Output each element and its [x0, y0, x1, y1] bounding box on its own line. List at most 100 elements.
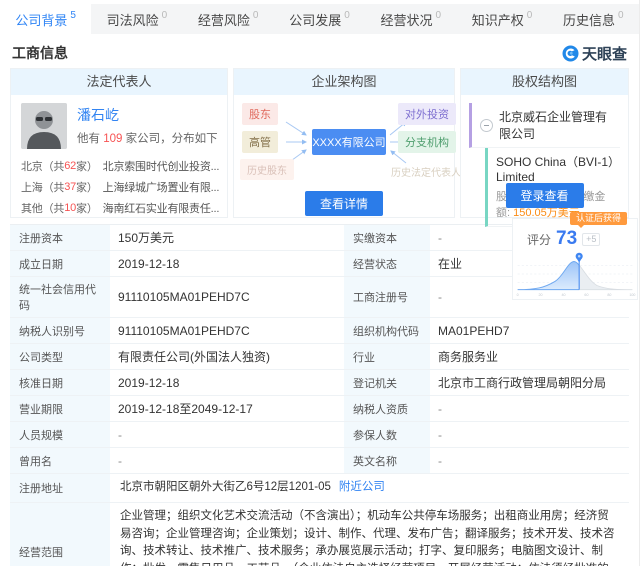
legal-rep-photo[interactable] — [21, 103, 67, 149]
view-details-button[interactable]: 查看详情 — [304, 191, 383, 216]
tab-count: 0 — [526, 9, 533, 21]
equity-child-name-link[interactable]: SOHO China（BVI-1）Limited — [496, 153, 616, 184]
table-row: 人员规模 - 参保人数 - — [10, 422, 629, 448]
svg-text:0: 0 — [517, 293, 519, 297]
node-history-shareholders[interactable]: 历史股东 — [240, 159, 294, 180]
legal-rep-name-link[interactable]: 潘石屹 — [77, 105, 218, 125]
list-item: 上海（共 37 家） 上海绿城广场置业有限...等 — [21, 176, 219, 197]
list-item: 其他（共 10 家） 海南红石实业有限责任...等 — [21, 197, 219, 218]
table-row: 曾用名 - 英文名称 - — [10, 448, 629, 474]
region-prefix: 上海（共 — [21, 181, 65, 194]
tab-company-development[interactable]: 公司发展 0 — [274, 4, 365, 34]
field-label: 曾用名 — [10, 448, 110, 473]
field-value: 2019-12-18至2049-12-17 — [118, 402, 253, 416]
equity-parent-name-link[interactable]: 北京威石企业管理有限公司 — [499, 108, 616, 142]
field-label: 经营状态 — [344, 251, 430, 276]
field-value: MA01PEHD7 — [438, 323, 510, 338]
field-label: 营业期限 — [10, 396, 110, 421]
node-executives[interactable]: 高管 — [242, 131, 278, 153]
collapse-minus-icon[interactable] — [480, 118, 493, 132]
nearby-companies-link[interactable]: 附近公司 — [339, 479, 385, 497]
tab-intellectual-property[interactable]: 知识产权 0 — [456, 4, 547, 34]
overview-cards: 法定代表人 潘石屹 他有 109 家公司，分布如下 北京（共 62 家） 北京索… — [10, 68, 629, 227]
field-value: - — [438, 427, 442, 442]
region-count: 62 — [64, 159, 77, 172]
legal-representative-card-title: 法定代表人 — [11, 69, 227, 95]
score-bonus-badge: +5 — [582, 232, 601, 246]
field-value: - — [118, 453, 122, 468]
region-company-link[interactable]: 北京索围时代创业投资...等 — [103, 158, 219, 174]
summary-suffix: 家公司，分布如下 — [125, 133, 218, 145]
score-panel: 认证后获得 评分 73 +5 0 20 40 60 80 100 — [512, 212, 638, 300]
node-branches[interactable]: 分支机构 — [398, 131, 456, 153]
region-company-link[interactable]: 海南红石实业有限责任...等 — [103, 200, 219, 216]
tab-label: 历史信息 — [563, 12, 616, 28]
summary-company-count: 109 — [103, 133, 123, 145]
brand-name: 天眼查 — [581, 45, 627, 63]
tab-label: 公司发展 — [289, 12, 342, 28]
node-history-legal-rep[interactable]: 历史法定代表人 — [384, 161, 468, 182]
summary-prefix: 他有 — [77, 133, 100, 145]
svg-text:20: 20 — [539, 293, 543, 297]
score-distribution-chart: 0 20 40 60 80 100 — [517, 252, 636, 297]
tab-count: 0 — [618, 9, 624, 21]
table-row-address: 注册地址 北京市朝阳区朝外大街乙6号12层1201-05 附近公司 — [10, 474, 629, 503]
field-label: 注册地址 — [10, 474, 110, 502]
table-row: 营业期限 2019-12-18至2049-12-17 纳税人资质 - — [10, 396, 629, 422]
field-value: 91110105MA01PEHD7C — [118, 323, 250, 338]
table-row-business-scope: 经营范围 企业管理；组织文化艺术交流活动（不含演出）；机动车公共停车场服务；出租… — [10, 502, 629, 566]
field-label: 登记机关 — [344, 370, 430, 395]
brand-logo: 天眼查 — [562, 43, 627, 64]
node-shareholders[interactable]: 股东 — [242, 103, 278, 125]
field-label: 人员规模 — [10, 422, 110, 447]
legal-rep-distribution-list: 北京（共 62 家） 北京索围时代创业投资...等 上海（共 37 家） 上海绿城广场置… — [11, 153, 227, 218]
tab-label: 经营风险 — [197, 12, 250, 28]
table-row: 公司类型 有限责任公司(外国法人独资) 行业 商务服务业 — [10, 344, 629, 370]
tab-operating-status[interactable]: 经营状况 0 — [365, 4, 456, 34]
tab-count: 0 — [435, 9, 442, 21]
region-suffix: 家） — [76, 181, 98, 194]
tianyancha-logo-icon — [562, 45, 579, 61]
field-value: 91110105MA01PEHD7C — [118, 290, 250, 304]
score-label: 评分 — [527, 232, 552, 247]
field-label: 工商注册号 — [344, 277, 430, 317]
field-value: - — [438, 401, 442, 416]
svg-text:60: 60 — [584, 293, 588, 297]
equity-structure-card: 股权结构图 北京威石企业管理有限公司 SOHO China（BVI-1）Limi… — [460, 68, 629, 227]
field-label: 成立日期 — [10, 251, 110, 276]
table-row: 核准日期 2019-12-18 登记机关 北京市工商行政管理局朝阳分局 — [10, 370, 629, 396]
field-value: 2019-12-18 — [118, 256, 180, 271]
enterprise-structure-card: 企业架构图 股东 高管 历史股东 XXXX有限公司 对外投资 分支机构 历史法定… — [233, 68, 461, 218]
field-label: 实缴资本 — [344, 225, 430, 250]
certification-badge: 认证后获得 — [569, 212, 627, 228]
field-value: 商务服务业 — [438, 350, 499, 364]
company-profile-page: 公司背景 5 司法风险 0 经营风险 0 公司发展 0 经营状况 0 知识产权 0 历史信息… — [0, 0, 640, 566]
svg-text:80: 80 — [607, 293, 611, 297]
field-label: 注册资本 — [10, 225, 110, 250]
tab-label: 知识产权 — [471, 12, 524, 28]
tab-label: 经营状况 — [380, 12, 433, 28]
region-company-link[interactable]: 上海绿城广场置业有限...等 — [103, 179, 219, 195]
field-value: 有限责任公司(外国法人独资) — [118, 350, 270, 364]
tab-company-background[interactable]: 公司背景 5 — [0, 4, 92, 34]
score-value: 73 — [556, 228, 578, 249]
field-label: 英文名称 — [344, 448, 430, 473]
enterprise-structure-card-title: 企业架构图 — [234, 69, 454, 95]
field-label: 公司类型 — [10, 344, 110, 369]
tab-history-info[interactable]: 历史信息 0 — [548, 4, 639, 34]
region-suffix: 家） — [76, 202, 98, 215]
login-to-view-button[interactable]: 登录查看 — [505, 183, 584, 208]
field-label: 组织机构代码 — [344, 318, 430, 343]
tab-label: 公司背景 — [15, 12, 68, 28]
legal-rep-summary: 他有 109 家公司，分布如下 — [77, 130, 218, 146]
node-outbound-investment[interactable]: 对外投资 — [398, 103, 456, 125]
region-count: 37 — [64, 180, 77, 193]
score-axis-ticks: 0 20 40 60 80 100 — [517, 293, 636, 297]
field-value: - — [438, 453, 442, 468]
equity-parent-row: 北京威石企业管理有限公司 — [469, 103, 620, 148]
section-tabbar: 公司背景 5 司法风险 0 经营风险 0 公司发展 0 经营状况 0 知识产权 0 历史信息… — [0, 4, 639, 34]
section-title: 工商信息 — [12, 45, 68, 61]
tab-judicial-risk[interactable]: 司法风险 0 — [91, 4, 182, 34]
tab-operating-risk[interactable]: 经营风险 0 — [183, 4, 274, 34]
field-label: 经营范围 — [10, 502, 110, 566]
